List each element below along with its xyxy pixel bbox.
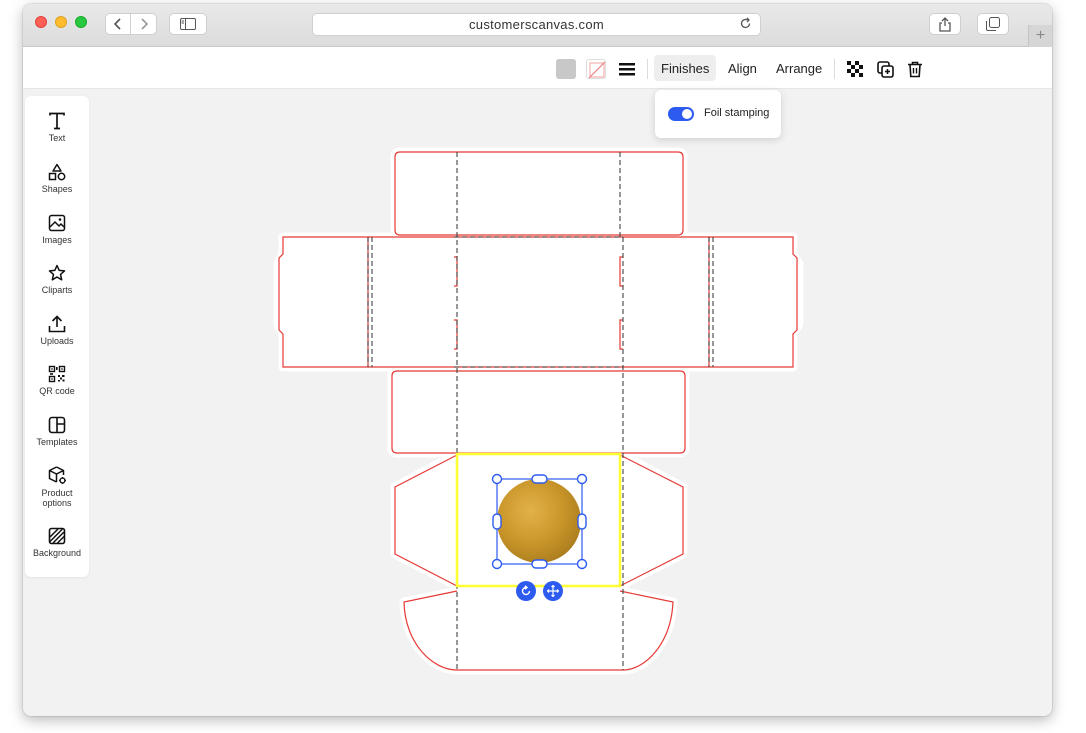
- sidebar-item-shapes[interactable]: Shapes: [25, 163, 89, 194]
- sidebar-item-templates[interactable]: Templates: [25, 416, 89, 447]
- sidebar-item-product-options[interactable]: Product options: [25, 466, 89, 508]
- rotate-button[interactable]: [516, 581, 536, 601]
- text-icon: [49, 112, 65, 130]
- resize-handle[interactable]: [492, 513, 502, 530]
- foil-stamping-label: Foil stamping: [704, 107, 770, 119]
- star-icon: [48, 264, 66, 281]
- browser-window: customerscanvas.com + Finishes Align Arr…: [23, 4, 1052, 716]
- resize-handle[interactable]: [531, 559, 548, 569]
- product-options-icon: [48, 466, 66, 484]
- upload-icon: [48, 315, 66, 333]
- sidebar-item-cliparts[interactable]: Cliparts: [25, 264, 89, 295]
- sidebar-item-uploads[interactable]: Uploads: [25, 315, 89, 346]
- background-icon: [48, 527, 66, 545]
- sidebar-item-images[interactable]: Images: [25, 214, 89, 245]
- resize-handle[interactable]: [491, 558, 503, 570]
- qr-code-icon: [48, 365, 66, 383]
- shapes-icon: [48, 163, 66, 181]
- rotate-icon: [521, 585, 531, 596]
- finishes-dropdown: Foil stamping: [655, 90, 781, 138]
- foil-stamping-toggle[interactable]: [668, 107, 694, 121]
- resize-handle[interactable]: [576, 473, 588, 485]
- design-canvas[interactable]: [23, 4, 1052, 716]
- sidebar-item-qr-code[interactable]: QR code: [25, 365, 89, 396]
- resize-handle[interactable]: [531, 474, 548, 484]
- resize-handle[interactable]: [576, 558, 588, 570]
- resize-handle[interactable]: [577, 513, 587, 530]
- resize-handle[interactable]: [491, 473, 503, 485]
- tools-sidebar: Text Shapes Images Cliparts Uploads QR c…: [25, 96, 89, 577]
- foil-circle-shape[interactable]: [497, 479, 581, 563]
- move-icon: [547, 585, 559, 597]
- sidebar-item-text[interactable]: Text: [25, 112, 89, 143]
- box-dieline: [273, 147, 804, 675]
- sidebar-item-background[interactable]: Background: [25, 527, 89, 558]
- sidebar-item-label: Product: [41, 488, 73, 498]
- move-button[interactable]: [543, 581, 563, 601]
- image-icon: [48, 214, 66, 232]
- templates-icon: [48, 416, 66, 434]
- sidebar-item-label-line2: options: [42, 498, 72, 508]
